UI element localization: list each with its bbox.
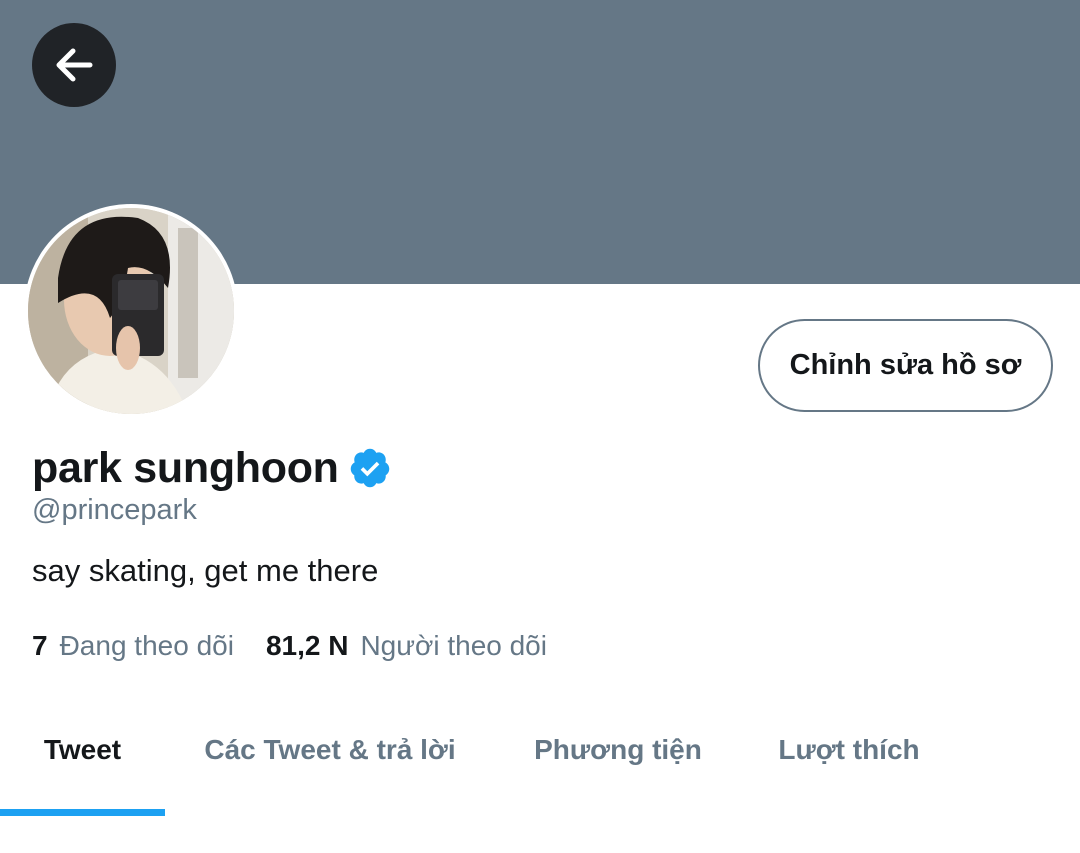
following-label[interactable]: Đang theo dõi: [60, 630, 234, 662]
edit-profile-button[interactable]: Chỉnh sửa hồ sơ: [758, 319, 1053, 412]
profile-bio: say skating, get me there: [32, 553, 379, 588]
back-button[interactable]: [32, 23, 116, 107]
followers-label[interactable]: Người theo dõi: [360, 630, 547, 662]
tab-media[interactable]: Phương tiện: [495, 700, 741, 800]
profile-photo: [28, 208, 234, 414]
follow-stats: 7 Đang theo dõi 81,2 N Người theo dõi: [32, 630, 547, 662]
active-tab-indicator: [0, 809, 165, 816]
profile-tabs: Tweet Các Tweet & trả lời Phương tiện Lư…: [0, 700, 1080, 818]
profile-name: park sunghoon: [32, 443, 339, 492]
verified-badge-icon: [350, 448, 389, 488]
tab-likes[interactable]: Lượt thích: [741, 700, 957, 800]
avatar[interactable]: [24, 204, 238, 418]
followers-count[interactable]: 81,2 N: [266, 630, 349, 662]
tab-tweet[interactable]: Tweet: [0, 700, 165, 800]
profile-handle: @princepark: [32, 494, 197, 526]
profile-name-row: park sunghoon: [32, 440, 392, 496]
following-count[interactable]: 7: [32, 630, 48, 662]
tab-tweets-and-replies[interactable]: Các Tweet & trả lời: [165, 700, 495, 800]
arrow-left-icon: [56, 48, 93, 82]
